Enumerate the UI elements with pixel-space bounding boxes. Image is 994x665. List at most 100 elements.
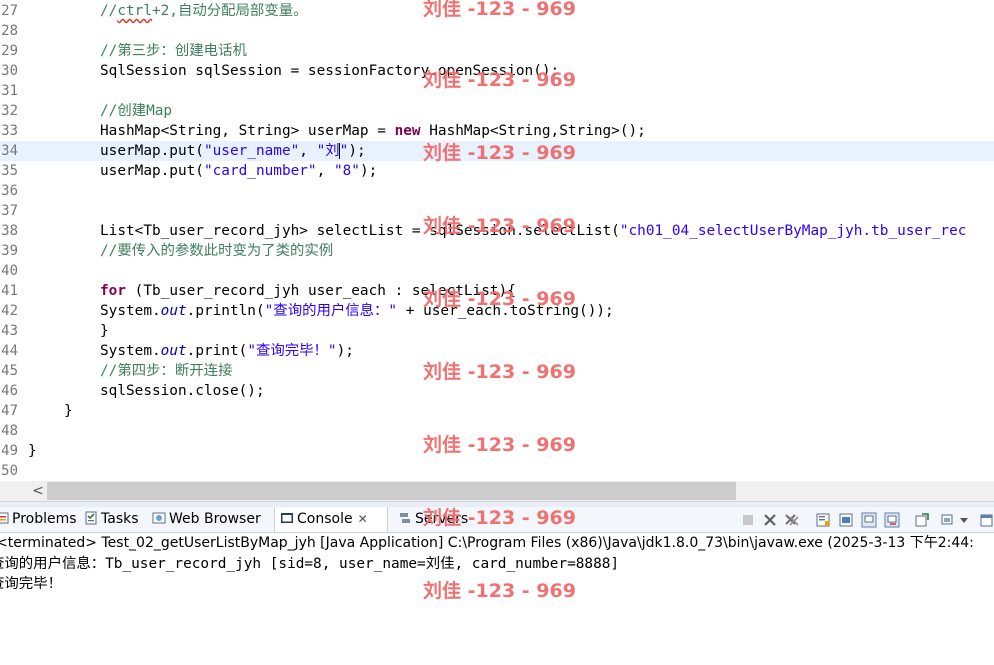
terminate-icon[interactable] (740, 512, 756, 528)
code-line[interactable]: 40 (0, 261, 994, 281)
tab-tasks-label: Tasks (101, 511, 139, 527)
line-number: 30 (1, 63, 18, 79)
tasks-icon (85, 511, 97, 525)
watermark-text: 刘佳 -123 - 969 (423, 361, 576, 383)
line-number: 28 (1, 23, 18, 39)
code-line[interactable]: 32 //创建Map (0, 101, 994, 121)
line-number: 32 (1, 103, 18, 119)
code-token: ); (336, 343, 354, 359)
scroll-left-icon[interactable]: < (30, 481, 46, 501)
code-text: //要传入的参数此时变为了类的实例 (100, 241, 333, 261)
tab-tasks[interactable]: Tasks (84, 507, 139, 532)
watermark-text: 刘佳 -123 - 969 (423, 69, 576, 91)
code-token: //第三步：创建电话机 (100, 43, 247, 59)
watermark-text: 刘佳 -123 - 969 (423, 288, 576, 310)
console-icon (281, 513, 293, 523)
tab-web-browser-label: Web Browser (169, 511, 261, 527)
console-output-line: 查询完毕！ (0, 576, 62, 592)
watermark-text: 刘佳 -123 - 969 (423, 142, 576, 164)
line-number: 37 (1, 203, 18, 219)
code-text: userMap.put("user_name", "刘"); (100, 141, 366, 161)
code-token: } (100, 323, 109, 339)
code-token: //第四步：断开连接 (100, 363, 233, 379)
line-number: 45 (1, 363, 18, 379)
code-token: "查询完毕！" (247, 343, 337, 359)
tab-console[interactable]: Console ✕ (274, 507, 388, 532)
code-token: ); (359, 163, 378, 179)
code-line[interactable]: 43} (0, 321, 994, 341)
problems-icon (0, 512, 9, 524)
code-line[interactable]: 39 //要传入的参数此时变为了类的实例 (0, 241, 994, 261)
scrollbar-thumb[interactable] (47, 482, 736, 500)
open-console-icon[interactable] (884, 512, 900, 528)
code-line[interactable]: 50 (0, 461, 994, 481)
code-token: } (64, 403, 73, 419)
code-token: +2,自动分配局部变量。 (151, 3, 308, 19)
code-token: , (299, 143, 317, 159)
web-browser-icon (152, 512, 166, 524)
line-number: 43 (1, 323, 18, 339)
code-text: //ctrl+2,自动分配局部变量。 (100, 1, 308, 21)
code-text: sqlSession.close(); (100, 381, 265, 401)
code-token: //创建Map (100, 103, 173, 119)
code-token: HashMap<String,String>(); (420, 123, 646, 139)
line-number: 44 (1, 343, 18, 359)
chevron-down-icon[interactable] (958, 512, 970, 528)
console-output-line: 查询的用户信息：Tb_user_record_jyh [sid=8, user_… (0, 556, 620, 572)
code-line[interactable]: 47} (0, 401, 994, 421)
watermark-text: 刘佳 -123 - 969 (423, 0, 576, 20)
code-text: userMap.put("card_number", "8"); (100, 161, 377, 181)
tab-web-browser[interactable]: Web Browser (152, 507, 261, 532)
code-token: "ch01_04_selectUserByMap_jyh.tb_user_rec (619, 223, 967, 239)
code-text: //第三步：创建电话机 (100, 41, 247, 61)
code-text: //第四步：断开连接 (100, 361, 232, 381)
code-line[interactable]: 46 sqlSession.close(); (0, 381, 994, 401)
code-token: ctrl (117, 3, 152, 19)
line-number: 31 (1, 83, 18, 99)
line-number: 34 (1, 143, 18, 159)
line-number: 42 (1, 303, 18, 319)
code-text: } (64, 401, 73, 421)
code-text: } (100, 321, 109, 341)
watermark-text: 刘佳 -123 - 969 (423, 215, 576, 237)
line-number: 40 (1, 263, 18, 279)
code-line[interactable]: 28 (0, 21, 994, 41)
display-console-icon[interactable] (914, 512, 930, 528)
code-token: , (316, 163, 334, 179)
horizontal-scrollbar[interactable]: < (0, 481, 994, 501)
line-number: 33 (1, 123, 18, 139)
code-token: "user_name" (203, 143, 300, 159)
code-text: System.out.print("查询完毕！"); (100, 341, 354, 361)
line-number: 27 (1, 3, 18, 19)
console-terminated-line: <terminated> Test_02_getUserListByMap_jy… (0, 535, 974, 551)
pin-icon[interactable] (861, 512, 877, 528)
line-number: 48 (1, 423, 18, 439)
code-token: for (100, 283, 126, 299)
show-console-icon[interactable] (838, 512, 854, 528)
watermark-text: 刘佳 -123 - 969 (423, 507, 576, 529)
tab-problems[interactable]: Problems (0, 507, 77, 532)
line-number: 49 (1, 443, 18, 459)
code-text: //创建Map (100, 101, 172, 121)
code-token: "刘 (316, 143, 340, 159)
line-number: 41 (1, 283, 18, 299)
line-number: 47 (1, 403, 18, 419)
code-token: System. (100, 303, 161, 319)
line-number: 50 (1, 463, 18, 479)
minimize-icon[interactable] (940, 512, 956, 528)
code-token: .println( (186, 303, 265, 319)
code-token: // (100, 3, 118, 19)
code-token: out (160, 303, 187, 319)
maximize-icon[interactable] (978, 512, 994, 528)
code-token: System. (100, 343, 161, 359)
code-token: userMap.put( (100, 143, 204, 159)
code-line[interactable]: 36 (0, 181, 994, 201)
close-icon[interactable]: ✕ (358, 512, 368, 526)
scroll-lock-icon[interactable] (815, 512, 831, 528)
remove-launch-icon[interactable] (762, 512, 778, 528)
code-token: //要传入的参数此时变为了类的实例 (100, 243, 334, 259)
line-number: 46 (1, 383, 18, 399)
remove-all-icon[interactable] (784, 512, 800, 528)
line-number: 39 (1, 243, 18, 259)
code-line[interactable]: 29 //第三步：创建电话机 (0, 41, 994, 61)
